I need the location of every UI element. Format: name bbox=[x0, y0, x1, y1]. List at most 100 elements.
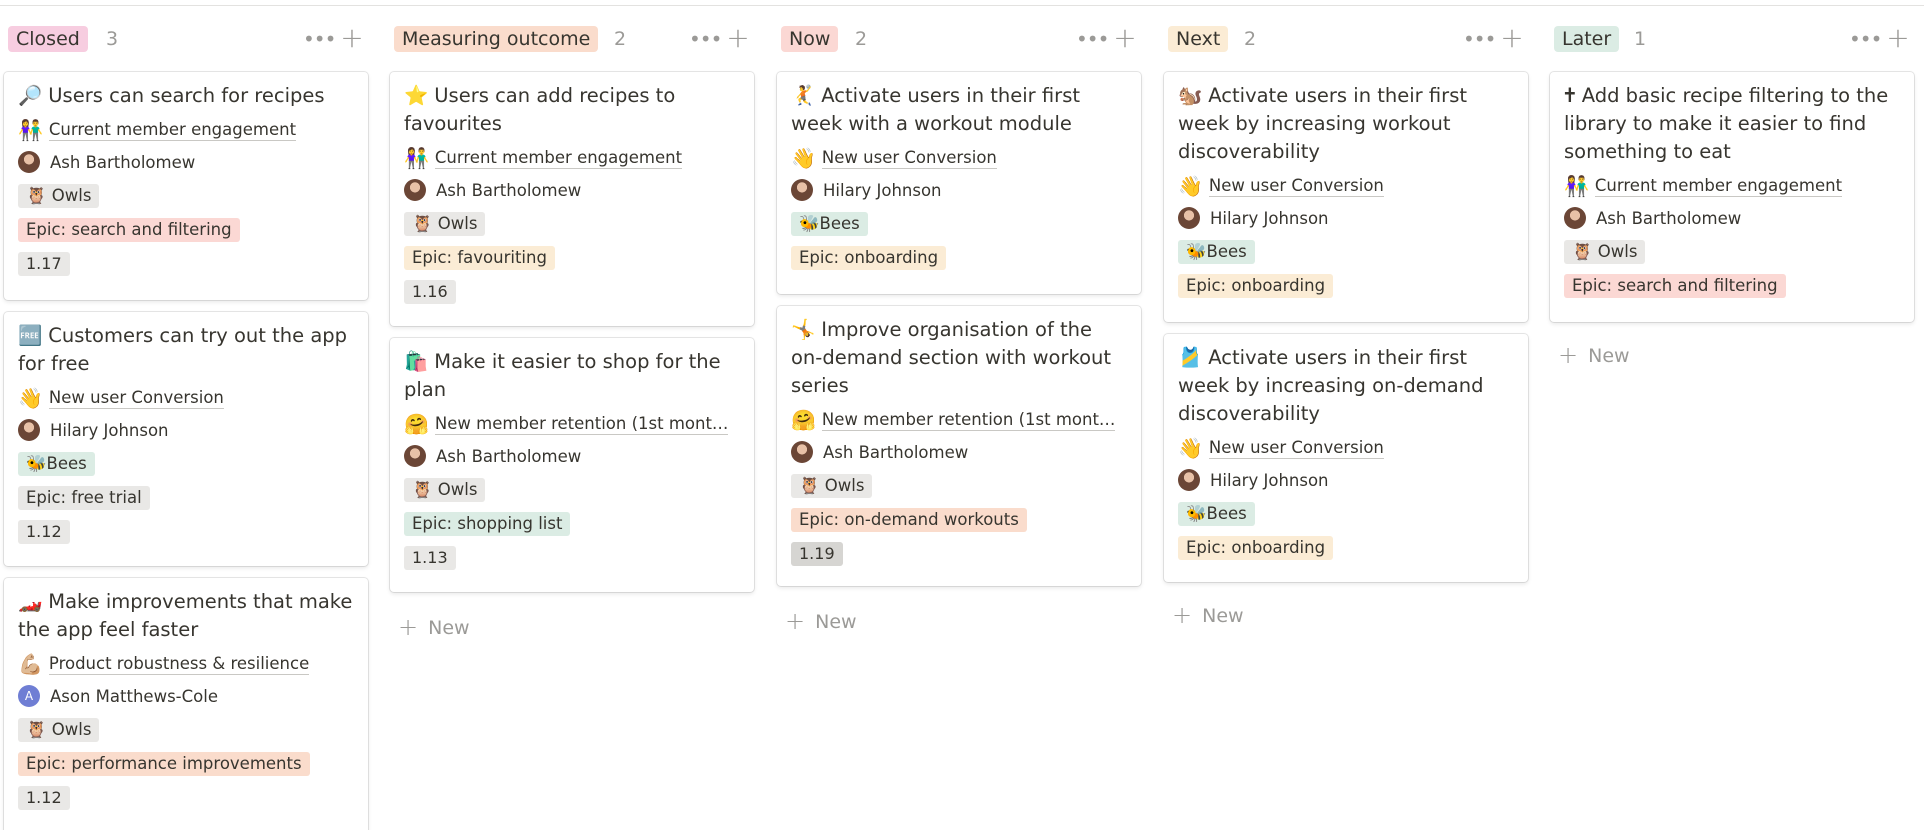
person-name: Ason Matthews-Cole bbox=[50, 686, 218, 706]
card[interactable]: 🎽 Activate users in their first week by i… bbox=[1164, 334, 1528, 582]
more-options-icon[interactable]: ••• bbox=[303, 24, 336, 54]
team-tag: 🐝Bees bbox=[1178, 240, 1255, 264]
card[interactable]: 🤸 Improve organisation of the on-demand s… bbox=[777, 306, 1141, 586]
card[interactable]: 🏎️ Make improvements that make the app fe… bbox=[4, 578, 368, 830]
avatar: A bbox=[18, 685, 40, 707]
relation-field[interactable]: 👋 New user Conversion bbox=[1178, 172, 1514, 200]
relation-link[interactable]: Current member engagement bbox=[48, 120, 297, 141]
plus-icon: + bbox=[1172, 601, 1193, 629]
team-tag: 🐝Bees bbox=[18, 452, 95, 476]
column-title[interactable]: Closed bbox=[8, 26, 88, 52]
relation-field[interactable]: 💪🏼 Product robustness & resilience bbox=[18, 650, 354, 678]
card-emoji-icon: ⭐ bbox=[404, 84, 429, 107]
add-card-icon[interactable]: + bbox=[724, 24, 752, 54]
relation-emoji-icon: 🤗 bbox=[791, 408, 816, 432]
person-field: Ash Bartholomew bbox=[18, 148, 354, 176]
avatar bbox=[18, 419, 40, 441]
column-header: Now 2 ••• + bbox=[773, 24, 1141, 54]
relation-field[interactable]: 🤗 New member retention (1st mont… bbox=[791, 406, 1127, 434]
card[interactable]: 🤾 Activate users in their first week with… bbox=[777, 72, 1141, 294]
relation-field[interactable]: 👋 New user Conversion bbox=[18, 384, 354, 412]
person-field: Ash Bartholomew bbox=[404, 176, 740, 204]
relation-link[interactable]: Product robustness & resilience bbox=[48, 654, 310, 675]
person-field: Hilary Johnson bbox=[1178, 204, 1514, 232]
relation-field[interactable]: 👋 New user Conversion bbox=[1178, 434, 1514, 462]
relation-link[interactable]: New user Conversion bbox=[1208, 176, 1384, 197]
relation-emoji-icon: 👫 bbox=[1564, 174, 1589, 198]
more-options-icon[interactable]: ••• bbox=[689, 24, 722, 54]
person-field: Ash Bartholomew bbox=[791, 438, 1127, 466]
add-card-icon[interactable]: + bbox=[1498, 24, 1526, 54]
relation-link[interactable]: New user Conversion bbox=[1208, 438, 1384, 459]
card[interactable]: 🆓 Customers can try out the app for free … bbox=[4, 312, 368, 566]
plus-icon: + bbox=[785, 607, 806, 635]
new-card-button[interactable]: + New bbox=[398, 612, 470, 642]
column-title[interactable]: Measuring outcome bbox=[394, 26, 599, 52]
relation-link[interactable]: New member retention (1st mont… bbox=[821, 410, 1116, 431]
relation-field[interactable]: 👫 Current member engagement bbox=[404, 144, 740, 172]
relation-field[interactable]: 🤗 New member retention (1st mont… bbox=[404, 410, 740, 438]
team-emoji-icon: 🦉 bbox=[1572, 242, 1593, 261]
more-options-icon[interactable]: ••• bbox=[1076, 24, 1109, 54]
column-title[interactable]: Later bbox=[1554, 26, 1620, 52]
card-title: 🆓 Customers can try out the app for free bbox=[18, 324, 348, 375]
relation-link[interactable]: Current member engagement bbox=[434, 148, 683, 169]
card-emoji-icon: 🐿️ bbox=[1178, 84, 1203, 107]
team-tag: 🦉 Owls bbox=[18, 718, 100, 742]
avatar bbox=[1178, 207, 1200, 229]
card-title: 🏎️ Make improvements that make the app fe… bbox=[18, 590, 353, 641]
person-name: Hilary Johnson bbox=[1210, 470, 1329, 490]
column-count: 2 bbox=[614, 28, 627, 50]
relation-field[interactable]: 👫 Current member engagement bbox=[1564, 172, 1900, 200]
more-options-icon[interactable]: ••• bbox=[1849, 24, 1882, 54]
relation-field[interactable]: 👋 New user Conversion bbox=[791, 144, 1127, 172]
person-name: Hilary Johnson bbox=[823, 180, 942, 200]
card-title: 🎽 Activate users in their first week by i… bbox=[1178, 346, 1484, 425]
person-field: Ash Bartholomew bbox=[1564, 204, 1900, 232]
version-tag: 1.17 bbox=[18, 252, 70, 276]
add-card-icon[interactable]: + bbox=[338, 24, 366, 54]
card-title: 🤾 Activate users in their first week with… bbox=[791, 84, 1080, 135]
version-tag: 1.12 bbox=[18, 520, 70, 544]
relation-emoji-icon: 👫 bbox=[404, 146, 429, 170]
relation-link[interactable]: Current member engagement bbox=[1594, 176, 1843, 197]
card[interactable]: 🕇 Add basic recipe filtering to the libra… bbox=[1550, 72, 1914, 322]
card[interactable]: ⭐ Users can add recipes to favourites 👫 Cu… bbox=[390, 72, 754, 326]
team-tag: 🦉 Owls bbox=[404, 212, 486, 236]
avatar bbox=[791, 441, 813, 463]
new-card-button[interactable]: + New bbox=[1558, 340, 1630, 370]
relation-field[interactable]: 👫 Current member engagement bbox=[18, 116, 354, 144]
column-closed: Closed 3 ••• + 🔎 Users can search for rec… bbox=[0, 0, 368, 830]
add-card-icon[interactable]: + bbox=[1884, 24, 1912, 54]
person-field: A Ason Matthews-Cole bbox=[18, 682, 354, 710]
add-card-icon[interactable]: + bbox=[1111, 24, 1139, 54]
card-emoji-icon: 🤾 bbox=[791, 84, 816, 107]
epic-tag: Epic: favouriting bbox=[404, 246, 555, 270]
team-tag: 🦉 Owls bbox=[791, 474, 873, 498]
relation-link[interactable]: New user Conversion bbox=[821, 148, 997, 169]
card-emoji-icon: 🛍️ bbox=[404, 350, 429, 373]
column-count: 2 bbox=[1244, 28, 1257, 50]
person-field: Hilary Johnson bbox=[791, 176, 1127, 204]
person-name: Ash Bartholomew bbox=[823, 442, 969, 462]
column-later: Later 1 ••• + 🕇 Add basic recipe filterin… bbox=[1546, 0, 1914, 830]
more-options-icon[interactable]: ••• bbox=[1463, 24, 1496, 54]
epic-tag: Epic: performance improvements bbox=[18, 752, 310, 776]
column-title[interactable]: Next bbox=[1168, 26, 1229, 52]
new-card-button[interactable]: + New bbox=[785, 606, 857, 636]
column-title[interactable]: Now bbox=[781, 26, 839, 52]
relation-link[interactable]: New member retention (1st mont… bbox=[434, 414, 729, 435]
card[interactable]: 🔎 Users can search for recipes 👫 Current m… bbox=[4, 72, 368, 300]
card[interactable]: 🐿️ Activate users in their first week by … bbox=[1164, 72, 1528, 322]
card-title: ⭐ Users can add recipes to favourites bbox=[404, 84, 676, 135]
card[interactable]: 🛍️ Make it easier to shop for the plan 🤗 N… bbox=[390, 338, 754, 592]
epic-tag: Epic: on-demand workouts bbox=[791, 508, 1027, 532]
card-emoji-icon: 🏎️ bbox=[18, 590, 43, 613]
relation-link[interactable]: New user Conversion bbox=[48, 388, 224, 409]
new-card-button[interactable]: + New bbox=[1172, 600, 1244, 630]
avatar bbox=[791, 179, 813, 201]
team-emoji-icon: 🦉 bbox=[26, 186, 47, 205]
column-count: 2 bbox=[855, 28, 868, 50]
team-emoji-icon: 🐝 bbox=[1186, 504, 1207, 523]
card-title: 🤸 Improve organisation of the on-demand s… bbox=[791, 318, 1112, 397]
